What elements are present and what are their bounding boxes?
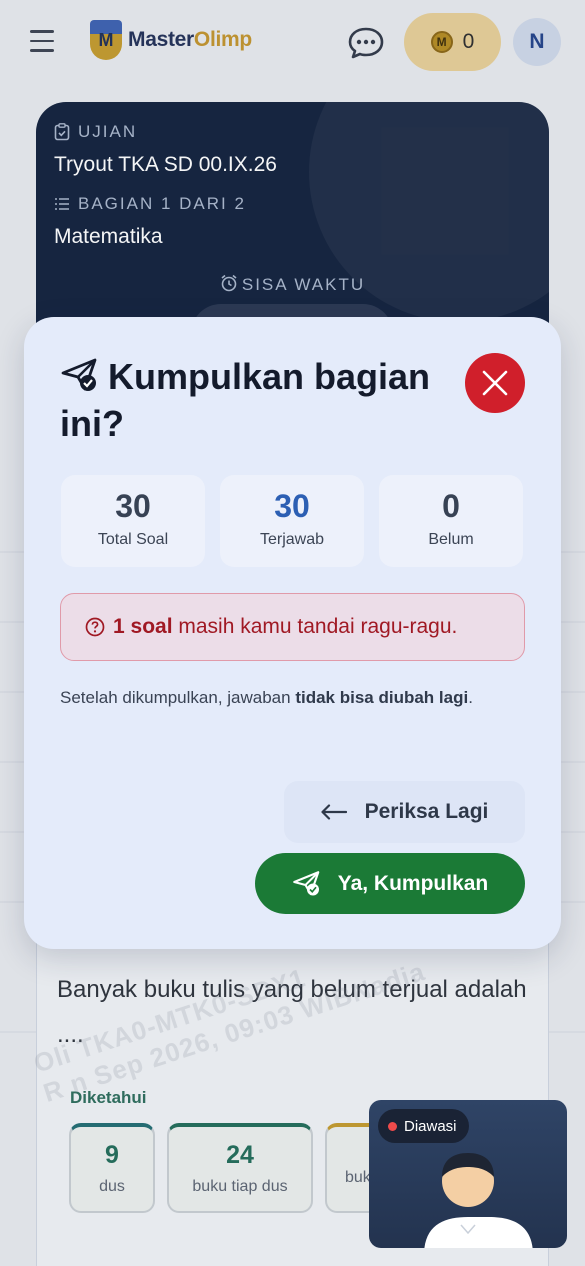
review-again-label: Periksa Lagi (364, 800, 489, 823)
stat-label: Terjawab (259, 531, 325, 548)
send-check-icon (292, 871, 320, 896)
proctoring-badge-label: Diawasi (404, 1117, 457, 1135)
note-suffix: . (468, 688, 473, 707)
stat-answered: 30 Terjawab (220, 475, 364, 567)
note-bold: tidak bisa diubah lagi (295, 688, 469, 707)
close-icon (482, 370, 508, 396)
warning-rest: masih kamu tandai ragu-ragu. (172, 615, 458, 638)
question-circle-icon (85, 617, 105, 637)
dialog-title: Kumpulkan bagian ini? (60, 356, 431, 444)
note-prefix: Setelah dikumpulkan, jawaban (60, 688, 296, 707)
proctoring-badge: Diawasi (378, 1109, 469, 1143)
warning-count: 1 soal (113, 615, 173, 638)
submit-section-dialog: Kumpulkan bagian ini? 30 Total Soal 30 T… (24, 317, 561, 949)
stat-unanswered: 0 Belum (379, 475, 523, 567)
proctor-camera-preview[interactable]: Diawasi (369, 1100, 567, 1248)
confirm-submit-button[interactable]: Ya, Kumpulkan (255, 853, 525, 914)
stat-value: 30 (274, 488, 310, 524)
recording-dot-icon (388, 1121, 397, 1131)
warning-text: 1 soal masih kamu tandai ragu-ragu. (113, 615, 457, 639)
stat-total: 30 Total Soal (61, 475, 205, 567)
stat-value: 30 (115, 488, 151, 524)
person-avatar-icon (424, 1153, 533, 1248)
stat-label: Total Soal (97, 531, 169, 548)
arrow-left-icon (321, 804, 347, 820)
close-button[interactable] (465, 353, 525, 413)
review-again-button[interactable]: Periksa Lagi (284, 781, 525, 843)
doubtful-warning: 1 soal masih kamu tandai ragu-ragu. (60, 593, 525, 661)
submit-note: Setelah dikumpulkan, jawaban tidak bisa … (60, 686, 520, 710)
confirm-submit-label: Ya, Kumpulkan (337, 871, 489, 895)
stat-value: 0 (442, 488, 460, 524)
stat-label: Belum (428, 531, 474, 548)
